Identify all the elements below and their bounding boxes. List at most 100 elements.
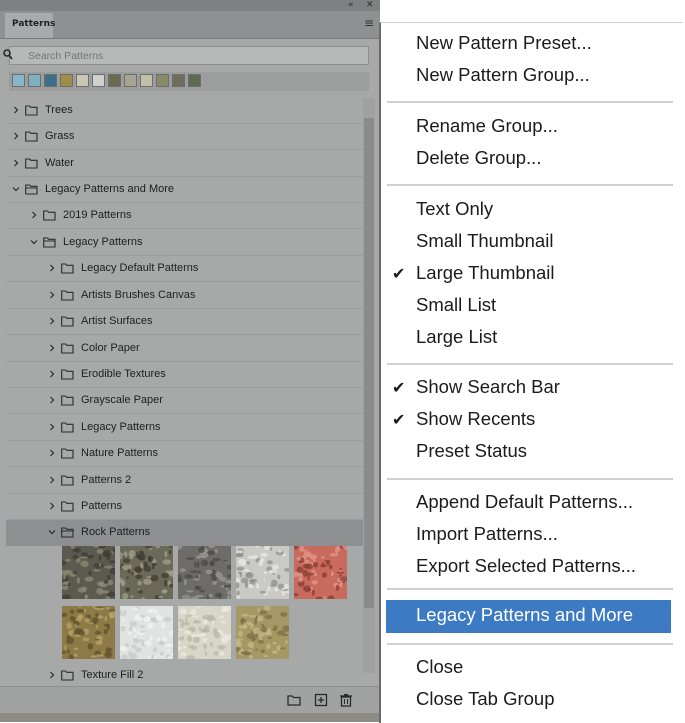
chevron-right-icon[interactable] — [30, 211, 38, 219]
menu-separator — [387, 643, 673, 645]
recent-pattern-swatch[interactable] — [156, 74, 169, 87]
folder-icon — [61, 501, 74, 512]
trash-icon[interactable] — [339, 693, 353, 707]
new-preset-icon[interactable] — [314, 693, 328, 707]
menu-item-rename-group[interactable]: Rename Group... — [416, 115, 558, 137]
chevron-right-icon[interactable] — [48, 291, 56, 299]
tree-item-2019-patterns[interactable]: 2019 Patterns — [6, 203, 363, 229]
tree-item-patterns[interactable]: Patterns — [6, 494, 363, 520]
tree-item-label: Color Paper — [81, 342, 140, 354]
recent-pattern-swatch[interactable] — [44, 74, 57, 87]
tree-item-artist-surfaces[interactable]: Artist Surfaces — [6, 309, 363, 335]
menu-separator — [387, 478, 673, 480]
tree-item-legacy-default-patterns[interactable]: Legacy Default Patterns — [6, 256, 363, 282]
tree-item-color-paper[interactable]: Color Paper — [6, 336, 363, 362]
recent-pattern-swatch[interactable] — [124, 74, 137, 87]
chevron-right-icon[interactable] — [12, 132, 20, 140]
chevron-right-icon[interactable] — [12, 159, 20, 167]
recent-pattern-swatch[interactable] — [140, 74, 153, 87]
pattern-thumbnail-rock-6[interactable] — [62, 606, 115, 659]
pattern-thumbnail-rock-8[interactable] — [178, 606, 231, 659]
chevron-right-icon[interactable] — [48, 370, 56, 378]
tree-item-patterns-2[interactable]: Patterns 2 — [6, 468, 363, 494]
tree-item-nature-patterns[interactable]: Nature Patterns — [6, 441, 363, 467]
tree-item-erodible-textures[interactable]: Erodible Textures — [6, 362, 363, 388]
chevron-right-icon[interactable] — [48, 423, 56, 431]
tree-item-trees[interactable]: Trees — [6, 98, 363, 124]
chevron-down-icon[interactable] — [48, 528, 56, 536]
menu-item-import-patterns[interactable]: Import Patterns... — [416, 523, 558, 545]
tree-item-label: Patterns 2 — [81, 474, 132, 486]
chevron-down-icon[interactable] — [12, 185, 20, 193]
menu-item-small-thumbnail[interactable]: Small Thumbnail — [416, 230, 553, 252]
chevron-right-icon[interactable] — [48, 396, 56, 404]
menu-item-close[interactable]: Close — [416, 656, 463, 678]
recent-pattern-swatch[interactable] — [28, 74, 41, 87]
recent-pattern-swatch[interactable] — [92, 74, 105, 87]
chevron-right-icon[interactable] — [48, 449, 56, 457]
search-input[interactable] — [28, 47, 358, 64]
chevron-right-icon[interactable] — [48, 344, 56, 352]
recent-patterns — [12, 74, 201, 88]
pattern-thumbnail-rock-3[interactable] — [178, 546, 231, 599]
chevron-right-icon[interactable] — [48, 671, 56, 679]
recent-pattern-swatch[interactable] — [108, 74, 121, 87]
tree-item-label: Patterns — [81, 500, 122, 512]
menu-item-preset-status[interactable]: Preset Status — [416, 440, 527, 462]
menu-item-large-list[interactable]: Large List — [416, 326, 497, 348]
tree-item-water[interactable]: Water — [6, 151, 363, 177]
menu-item-large-thumbnail[interactable]: Large Thumbnail — [416, 262, 555, 284]
menu-item-legacy-patterns-and-more[interactable]: Legacy Patterns and More — [386, 600, 671, 633]
tree-item-legacy-patterns[interactable]: Legacy Patterns — [6, 415, 363, 441]
recent-pattern-swatch[interactable] — [188, 74, 201, 87]
folder-icon — [25, 158, 38, 169]
menu-item-append-default-patterns[interactable]: Append Default Patterns... — [416, 491, 633, 513]
menu-item-text-only[interactable]: Text Only — [416, 198, 493, 220]
tree-item-artists-brushes-canvas[interactable]: Artists Brushes Canvas — [6, 283, 363, 309]
menu-item-delete-group[interactable]: Delete Group... — [416, 147, 541, 169]
chevron-right-icon[interactable] — [48, 317, 56, 325]
tree-item-rock-patterns[interactable]: Rock Patterns — [6, 520, 363, 546]
chevron-right-icon[interactable] — [12, 106, 20, 114]
pattern-thumbnail-rock-1[interactable] — [62, 546, 115, 599]
menu-item-close-tab-group[interactable]: Close Tab Group — [416, 688, 555, 710]
chevron-right-icon[interactable] — [48, 502, 56, 510]
tree-item-label: Rock Patterns — [81, 526, 151, 538]
close-panel-button[interactable]: ✕ — [366, 0, 374, 11]
recent-pattern-swatch[interactable] — [60, 74, 73, 87]
menu-separator — [387, 588, 673, 590]
pattern-thumbnail-rock-5[interactable] — [294, 546, 347, 599]
chevron-right-icon[interactable] — [48, 264, 56, 272]
row-divider — [6, 149, 363, 150]
recent-pattern-swatch[interactable] — [12, 74, 25, 87]
tree-item-grass[interactable]: Grass — [6, 124, 363, 150]
collapse-panel-button[interactable]: « — [348, 0, 354, 11]
chevron-down-icon[interactable] — [30, 238, 38, 246]
pattern-thumbnail-rock-4[interactable] — [236, 546, 289, 599]
folder-icon — [61, 290, 74, 301]
folder-icon[interactable] — [287, 693, 301, 707]
chevron-right-icon[interactable] — [48, 476, 56, 484]
tree-item-label: 2019 Patterns — [63, 209, 132, 221]
menu-item-export-selected-patterns[interactable]: Export Selected Patterns... — [416, 555, 636, 577]
recent-pattern-swatch[interactable] — [172, 74, 185, 87]
recent-pattern-swatch[interactable] — [76, 74, 89, 87]
tree-item-legacy-patterns-and-more[interactable]: Legacy Patterns and More — [6, 177, 363, 203]
pattern-thumbnail-rock-7[interactable] — [120, 606, 173, 659]
panel-menu-icon[interactable]: ≡ — [364, 16, 374, 30]
pattern-thumbnail-rock-9[interactable] — [236, 606, 289, 659]
folder-icon — [43, 210, 56, 221]
menu-item-new-pattern-group[interactable]: New Pattern Group... — [416, 64, 590, 86]
menu-item-show-recents[interactable]: Show Recents — [416, 408, 535, 430]
tree-item-label: Nature Patterns — [81, 447, 159, 459]
tree-item-legacy-patterns[interactable]: Legacy Patterns — [6, 230, 363, 256]
menu-item-show-search-bar[interactable]: Show Search Bar — [416, 376, 560, 398]
scrollbar-thumb[interactable] — [364, 118, 374, 608]
row-divider — [6, 466, 363, 467]
pattern-thumbnail-rock-2[interactable] — [120, 546, 173, 599]
tree-item-grayscale-paper[interactable]: Grayscale Paper — [6, 388, 363, 414]
tab-patterns[interactable]: Patterns — [5, 13, 55, 38]
folder-icon — [61, 670, 74, 681]
menu-item-new-pattern-preset[interactable]: New Pattern Preset... — [416, 32, 592, 54]
menu-item-small-list[interactable]: Small List — [416, 294, 496, 316]
